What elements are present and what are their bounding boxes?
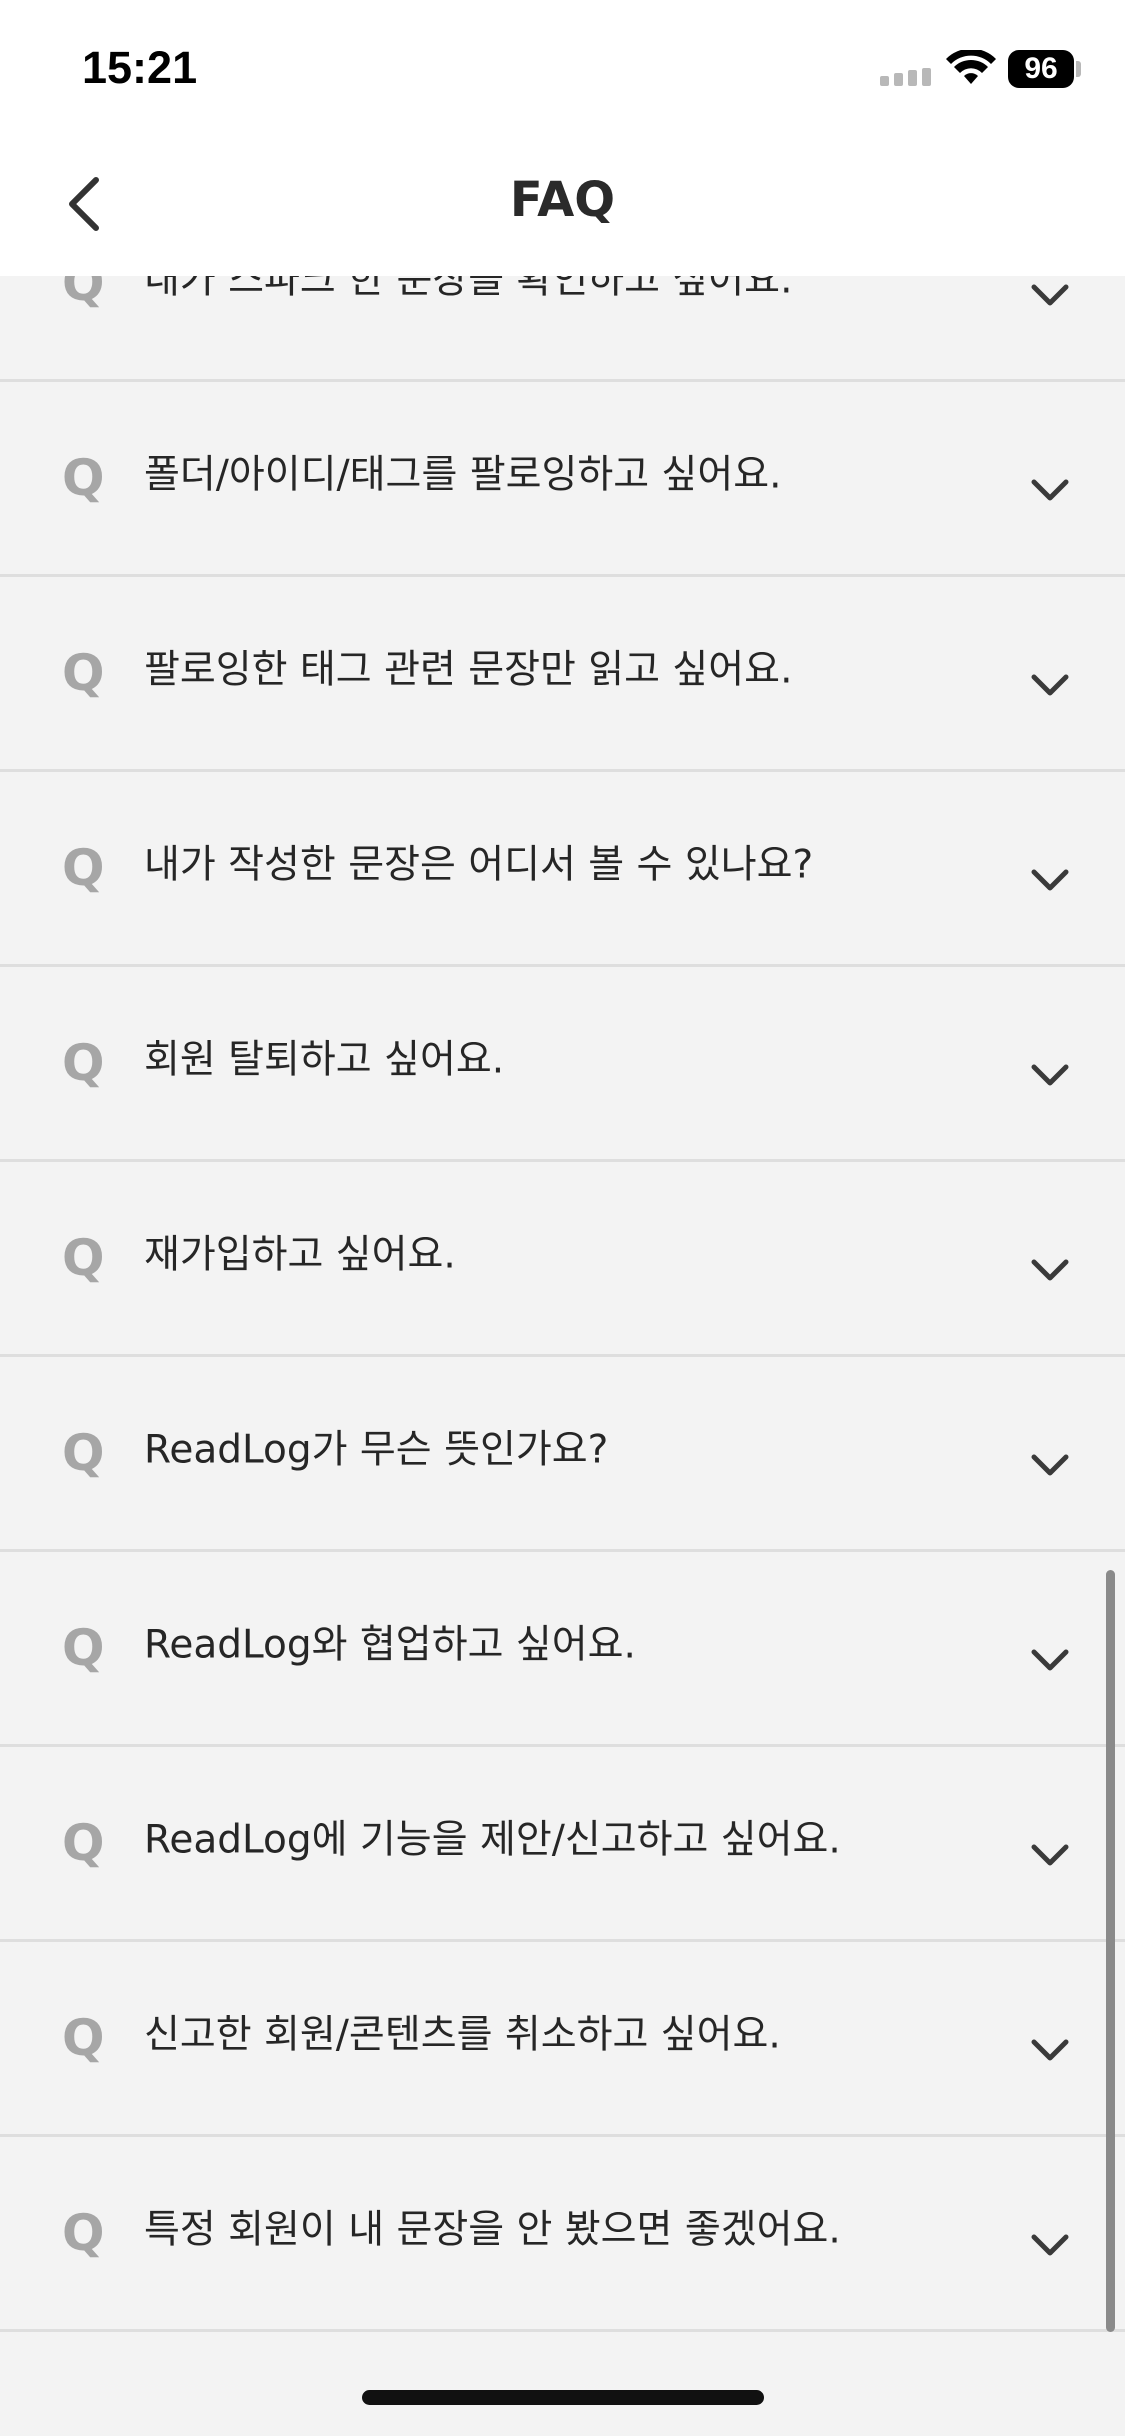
cellular-signal-icon <box>880 68 931 86</box>
faq-question-text: 신고한 회원/콘텐츠를 취소하고 싶어요. <box>144 2012 781 2058</box>
chevron-down-icon[interactable] <box>1030 283 1070 307</box>
question-marker: Q <box>62 1619 105 1677</box>
question-marker: Q <box>62 2009 105 2067</box>
faq-item[interactable]: Q ReadLog가 무슨 뜻인가요? <box>0 1357 1125 1552</box>
faq-question-text: 재가입하고 싶어요. <box>144 1232 456 1278</box>
faq-question-text: ReadLog에 기능을 제안/신고하고 싶어요. <box>144 1817 841 1863</box>
battery-icon: 96 <box>1008 50 1074 88</box>
faq-question-text: 특정 회원이 내 문장을 안 봤으면 좋겠어요. <box>144 2207 841 2253</box>
faq-item[interactable]: Q 신고한 회원/콘텐츠를 취소하고 싶어요. <box>0 1942 1125 2137</box>
faq-item[interactable]: Q ReadLog에 기능을 제안/신고하고 싶어요. <box>0 1747 1125 1942</box>
chevron-down-icon[interactable] <box>1030 1258 1070 1282</box>
wifi-icon <box>946 50 996 84</box>
chevron-down-icon[interactable] <box>1030 673 1070 697</box>
faq-item[interactable]: Q 폴더/아이디/태그를 팔로잉하고 싶어요. <box>0 382 1125 577</box>
question-marker: Q <box>62 1034 105 1092</box>
top-header: 15:21 96 FAQ <box>0 0 1125 276</box>
question-marker: Q <box>62 644 105 702</box>
faq-question-text: 내가 작성한 문장은 어디서 볼 수 있나요? <box>144 842 814 888</box>
page-title: FAQ <box>509 172 616 228</box>
faq-item[interactable]: Q 팔로잉한 태그 관련 문장만 읽고 싶어요. <box>0 577 1125 772</box>
faq-question-text: 회원 탈퇴하고 싶어요. <box>144 1037 505 1083</box>
faq-item[interactable]: Q 특정 회원이 내 문장을 안 봤으면 좋겠어요. <box>0 2137 1125 2332</box>
chevron-down-icon[interactable] <box>1030 1648 1070 1672</box>
faq-question-text: 팔로잉한 태그 관련 문장만 읽고 싶어요. <box>144 647 793 693</box>
chevron-down-icon[interactable] <box>1030 478 1070 502</box>
question-marker: Q <box>62 839 105 897</box>
battery-cap <box>1076 61 1081 77</box>
scrollbar[interactable] <box>1106 1570 1115 2332</box>
question-marker: Q <box>62 1424 105 1482</box>
faq-item[interactable]: Q 회원 탈퇴하고 싶어요. <box>0 967 1125 1162</box>
chevron-down-icon[interactable] <box>1030 1843 1070 1867</box>
faq-item[interactable]: Q 내가 작성한 문장은 어디서 볼 수 있나요? <box>0 772 1125 967</box>
chevron-down-icon[interactable] <box>1030 1063 1070 1087</box>
home-indicator[interactable] <box>362 2390 764 2405</box>
question-marker: Q <box>62 1814 105 1872</box>
chevron-down-icon[interactable] <box>1030 2233 1070 2257</box>
chevron-down-icon[interactable] <box>1030 1453 1070 1477</box>
status-time: 15:21 <box>82 42 198 93</box>
faq-item[interactable]: Q ReadLog와 협업하고 싶어요. <box>0 1552 1125 1747</box>
faq-list[interactable]: Q 내가 스파크 한 문장을 확인하고 싶어요. Q 폴더/아이디/태그를 팔로… <box>0 0 1125 2436</box>
question-marker: Q <box>62 1229 105 1287</box>
question-marker: Q <box>62 2204 105 2262</box>
faq-item[interactable]: Q 재가입하고 싶어요. <box>0 1162 1125 1357</box>
chevron-down-icon[interactable] <box>1030 2038 1070 2062</box>
faq-question-text: ReadLog와 협업하고 싶어요. <box>144 1622 636 1668</box>
chevron-down-icon[interactable] <box>1030 868 1070 892</box>
faq-question-text: ReadLog가 무슨 뜻인가요? <box>144 1427 609 1473</box>
question-marker: Q <box>62 449 105 507</box>
faq-question-text: 폴더/아이디/태그를 팔로잉하고 싶어요. <box>144 452 782 498</box>
